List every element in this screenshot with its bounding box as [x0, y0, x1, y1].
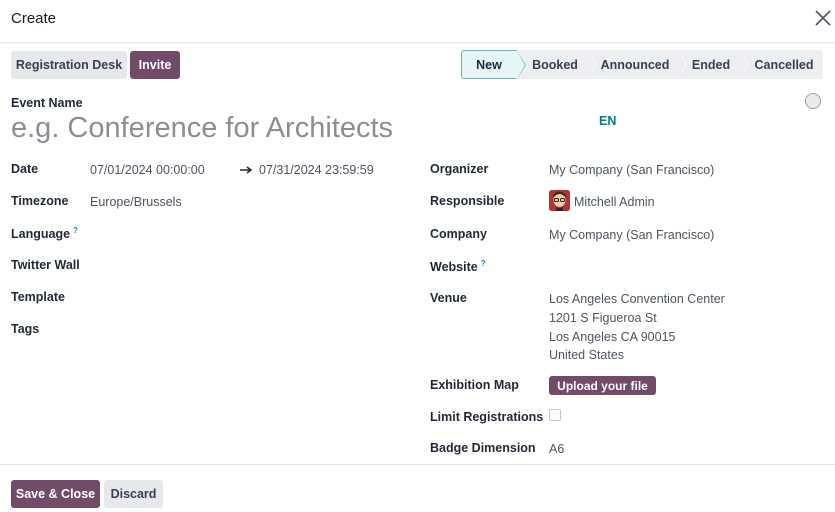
dialog-title: Create: [11, 10, 57, 27]
stage-new[interactable]: New: [461, 50, 526, 80]
timezone-label: Timezone: [11, 194, 69, 208]
help-icon[interactable]: ?: [481, 259, 486, 268]
language-label-text: Language: [11, 227, 71, 242]
stage-label: Announced: [600, 57, 670, 72]
company-field[interactable]: My Company (San Francisco): [549, 228, 714, 242]
help-icon[interactable]: ?: [73, 226, 78, 235]
stage-cancelled[interactable]: Cancelled: [739, 50, 823, 79]
stage-announced[interactable]: Announced: [587, 49, 687, 79]
company-label: Company: [430, 227, 487, 241]
venue-label: Venue: [430, 291, 467, 305]
venue-line: United States: [549, 348, 625, 362]
responsible-field[interactable]: Mitchell Admin: [574, 195, 655, 209]
priority-circle-icon[interactable]: [805, 93, 821, 109]
upload-file-button[interactable]: Upload your file: [549, 376, 656, 395]
organizer-field[interactable]: My Company (San Francisco): [549, 163, 714, 177]
responsible-label: Responsible: [430, 194, 505, 208]
website-label: Website?: [430, 259, 486, 274]
website-label-text: Website: [430, 260, 478, 275]
badge-dimension-field[interactable]: A6: [549, 442, 564, 456]
tags-label: Tags: [11, 322, 40, 336]
date-label: Date: [11, 162, 39, 176]
venue-line: Los Angeles CA 90015: [549, 330, 676, 344]
language-toggle[interactable]: EN: [599, 114, 616, 128]
invite-button[interactable]: Invite: [130, 51, 180, 79]
event-name-label: Event Name: [11, 96, 83, 110]
stage-label: Ended: [691, 57, 731, 72]
status-bar: New Booked Announced Ended Cancelled: [461, 49, 823, 80]
arrow-right-icon: [240, 163, 253, 178]
registration-desk-button[interactable]: Registration Desk: [11, 51, 127, 79]
stage-label: Booked: [532, 57, 578, 72]
close-icon[interactable]: [811, 6, 835, 30]
language-label: Language?: [11, 226, 78, 241]
venue-line: 1201 S Figueroa St: [549, 311, 657, 325]
event-name-input[interactable]: e.g. Conference for Architects: [11, 112, 393, 145]
timezone-field[interactable]: Europe/Brussels: [90, 195, 182, 209]
discard-button[interactable]: Discard: [104, 480, 163, 508]
organizer-label: Organizer: [430, 162, 489, 176]
stage-label: Cancelled: [754, 57, 814, 72]
avatar: [549, 190, 570, 211]
stage-booked[interactable]: Booked: [517, 49, 597, 79]
stage-label: New: [476, 57, 502, 72]
save-close-button[interactable]: Save & Close: [11, 480, 100, 508]
date-end-field[interactable]: 07/31/2024 23:59:59: [259, 163, 374, 177]
dialog-header: Create: [0, 0, 835, 43]
template-label: Template: [11, 290, 65, 304]
date-start-field[interactable]: 07/01/2024 00:00:00: [90, 163, 205, 177]
badge-dimension-label: Badge Dimension: [430, 441, 536, 455]
limit-registrations-label: Limit Registrations: [430, 410, 544, 424]
limit-registrations-checkbox[interactable]: [549, 409, 561, 421]
exhibition-map-label: Exhibition Map: [430, 378, 519, 392]
venue-line[interactable]: Los Angeles Convention Center: [549, 292, 725, 306]
twitter-wall-label: Twitter Wall: [11, 258, 80, 272]
